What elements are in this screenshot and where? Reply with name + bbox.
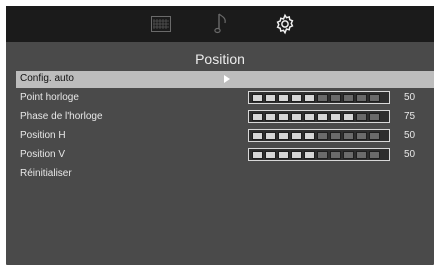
slider-segment [291, 112, 302, 121]
slider-segment [291, 150, 302, 159]
slider-segment [343, 150, 354, 159]
slider-segment [252, 93, 263, 102]
slider-segment [265, 150, 276, 159]
arrow-right-icon [224, 75, 230, 83]
slider-segment [265, 112, 276, 121]
slider-segment [291, 93, 302, 102]
slider-segment [317, 131, 328, 140]
slider-segment [278, 131, 289, 140]
menu-item-label: Réinitialiser [20, 168, 72, 179]
slider-segment [369, 112, 380, 121]
slider-phase-horloge[interactable] [248, 110, 390, 123]
gear-icon [276, 13, 294, 35]
slider-segment [265, 93, 276, 102]
slider-segment [304, 150, 315, 159]
menu-item-reinitialiser[interactable]: Réinitialiser [16, 166, 434, 183]
slider-point-horloge[interactable] [248, 91, 390, 104]
slider-position-h[interactable] [248, 129, 390, 142]
slider-segment [369, 131, 380, 140]
menu-item-position-v[interactable]: Position V 50 [16, 147, 434, 164]
slider-segment [304, 112, 315, 121]
slider-segment [265, 131, 276, 140]
slider-segment [278, 112, 289, 121]
slider-segment [317, 93, 328, 102]
slider-segment [369, 150, 380, 159]
slider-segment [343, 112, 354, 121]
slider-segment [356, 93, 367, 102]
menu-item-position-h[interactable]: Position H 50 [16, 128, 434, 145]
slider-position-v[interactable] [248, 148, 390, 161]
slider-segment [330, 93, 341, 102]
slider-value: 50 [404, 149, 416, 160]
slider-segment [343, 93, 354, 102]
menu-item-label: Position V [20, 149, 66, 160]
slider-value: 50 [404, 92, 416, 103]
slider-segment [317, 150, 328, 159]
menu-item-label: Position H [20, 130, 66, 141]
slider-value: 75 [404, 111, 416, 122]
menu-item-label: Point horloge [20, 92, 79, 103]
menu-item-phase-horloge[interactable]: Phase de l'horloge 75 [16, 109, 434, 126]
picture-icon [151, 16, 171, 32]
slider-segment [278, 93, 289, 102]
menu-item-point-horloge[interactable]: Point horloge 50 [16, 90, 434, 107]
menu-item-config-auto[interactable]: Config. auto [16, 71, 434, 88]
osd-menu: Position Config. auto Point horloge 50 P… [6, 6, 434, 265]
slider-segment [330, 150, 341, 159]
slider-segment [330, 131, 341, 140]
menu-item-label: Config. auto [20, 73, 74, 84]
slider-segment [252, 131, 263, 140]
tab-audio[interactable] [206, 9, 236, 39]
slider-segment [356, 112, 367, 121]
slider-segment [291, 131, 302, 140]
slider-segment [356, 131, 367, 140]
slider-segment [317, 112, 328, 121]
slider-segment [278, 150, 289, 159]
slider-segment [343, 131, 354, 140]
music-note-icon [214, 13, 226, 34]
slider-segment [304, 131, 315, 140]
slider-segment [369, 93, 380, 102]
menu-tab-bar [6, 6, 434, 42]
tab-settings[interactable] [270, 9, 300, 39]
tab-picture[interactable] [146, 9, 176, 39]
slider-segment [330, 112, 341, 121]
slider-segment [252, 150, 263, 159]
slider-segment [304, 93, 315, 102]
slider-segment [252, 112, 263, 121]
title-area: Position [6, 42, 434, 70]
slider-segment [356, 150, 367, 159]
slider-value: 50 [404, 130, 416, 141]
page-title: Position [195, 51, 245, 67]
menu-item-label: Phase de l'horloge [20, 111, 103, 122]
